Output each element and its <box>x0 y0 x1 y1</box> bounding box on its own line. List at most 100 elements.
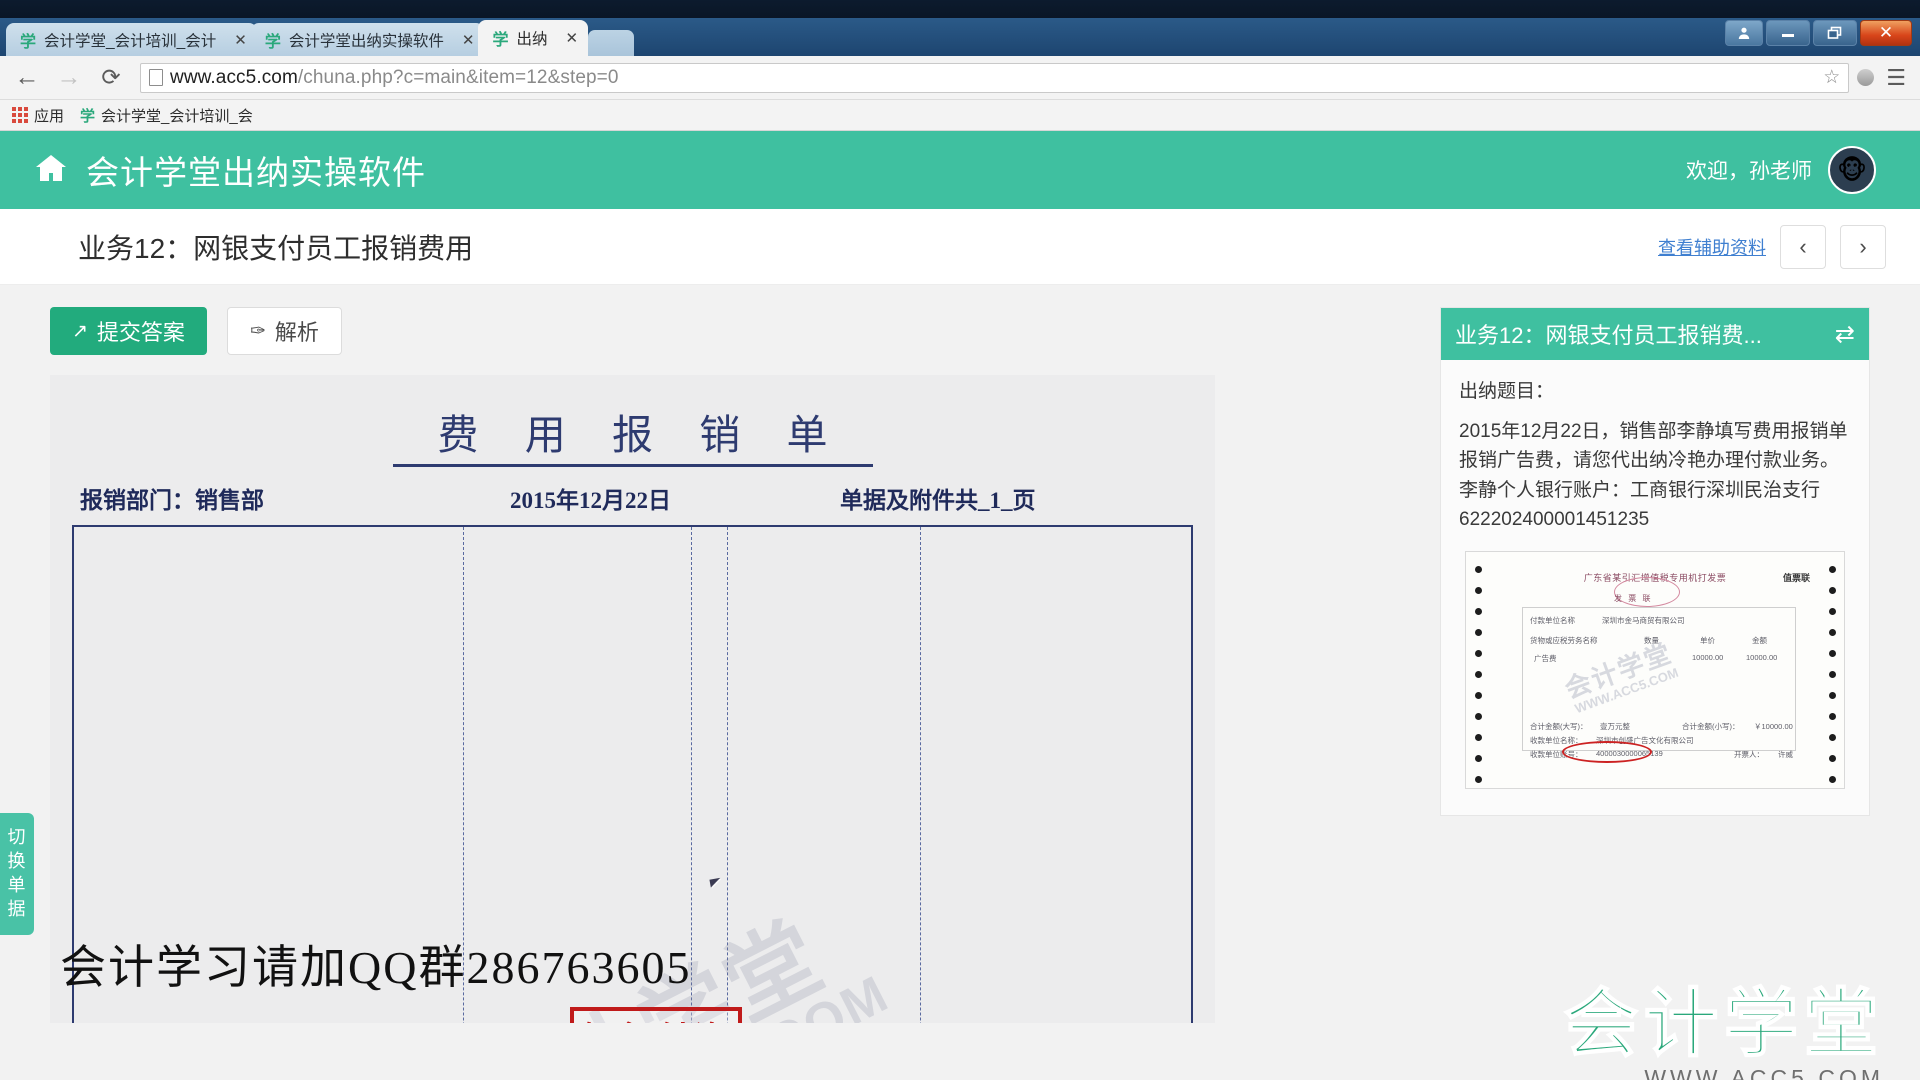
analysis-button[interactable]: ✑ 解析 <box>227 307 342 355</box>
invoice-issuer-label: 开票人： <box>1734 749 1764 760</box>
invoice-thumbnail[interactable]: 广东省某引汇增值税专用机打发票 发 票 联 值票联 付款单位名称 深圳市金马商贸… <box>1465 551 1845 789</box>
window-controls: ✕ <box>1725 20 1912 46</box>
apps-shortcut[interactable]: 应用 <box>12 105 64 126</box>
title-actions: 查看辅助资料 ‹ › <box>1658 225 1886 269</box>
user-account-button[interactable] <box>1725 20 1763 46</box>
restore-icon <box>1827 26 1843 40</box>
department-value: 销售部 <box>195 488 264 513</box>
user-area[interactable]: 欢迎，孙老师 🐵 <box>1686 146 1886 194</box>
invoice-col-name: 货物或应税劳务名称 <box>1530 635 1598 646</box>
window-titlebar <box>0 0 1920 18</box>
right-column: 业务12：网银支付员工报销费... ⇄ 出纳题目： 2015年12月22日，销售… <box>1430 307 1870 1023</box>
address-bar[interactable]: www.acc5.com/chuna.php?c=main&item=12&st… <box>140 63 1849 93</box>
dept-leader-label: 部门领导 <box>813 531 835 1023</box>
submit-answer-label: 提交答案 <box>97 315 185 347</box>
submit-answer-button[interactable]: ↗ 提交答案 <box>50 307 207 355</box>
tab-close-icon[interactable]: ✕ <box>565 29 578 47</box>
question-panel-title: 业务12：网银支付员工报销费... <box>1455 318 1827 350</box>
footer-logo-title: 会计学堂 <box>1564 987 1884 1061</box>
swap-icon[interactable]: ⇄ <box>1835 320 1855 349</box>
action-buttons: ↗ 提交答案 ✑ 解析 <box>50 307 1430 355</box>
browser-tab-1[interactable]: 学 会计学堂_会计培训_会计 ✕ <box>6 23 257 56</box>
tab-favicon-icon: 学 <box>265 28 281 52</box>
bookmark-item-0[interactable]: 学 会计学堂_会计培训_会 <box>80 105 253 126</box>
maximize-button[interactable] <box>1813 20 1857 46</box>
invoice-red-circle-mark <box>1562 741 1652 763</box>
perforation-right <box>1824 552 1840 788</box>
invoice-item-amount: 10000.00 <box>1746 653 1777 662</box>
bookmark-label: 会计学堂_会计培训_会 <box>101 105 253 126</box>
question-panel-header[interactable]: 业务12：网银支付员工报销费... ⇄ <box>1441 308 1869 360</box>
home-icon[interactable] <box>34 153 68 188</box>
invoice-buyer-value: 深圳市金马商贸有限公司 <box>1602 615 1685 626</box>
extension-icon[interactable] <box>1857 69 1874 86</box>
perforation-left <box>1470 552 1486 788</box>
view-aux-materials-link[interactable]: 查看辅助资料 <box>1658 234 1766 260</box>
invoice-total-words-label: 合计金额(大写)： <box>1530 721 1588 732</box>
footer-logo-url: WWW.ACC5.COM <box>1564 1067 1884 1080</box>
omnibox-right-icons: ☆ <box>1823 66 1840 89</box>
close-window-button[interactable]: ✕ <box>1860 20 1912 46</box>
voucher-department: 报销部门：销售部 <box>80 481 510 515</box>
tab-favicon-icon: 学 <box>20 28 36 52</box>
url-path: /chuna.php?c=main&item=12&step=0 <box>298 67 619 88</box>
minimize-button[interactable] <box>1766 20 1810 46</box>
voucher-date: 2015年12月22日 <box>510 481 840 515</box>
department-label: 报销部门： <box>80 488 195 513</box>
invoice-buyer-label: 付款单位名称 <box>1530 615 1575 626</box>
invoice-issuer-value: 许威 <box>1778 749 1793 760</box>
next-task-button[interactable]: › <box>1840 225 1886 269</box>
expense-voucher: 会计学堂 WWW.ACC5.COM 费 用 报 销 单 报销部门：销售部 201… <box>50 375 1215 1023</box>
apps-grid-icon <box>12 107 28 123</box>
tab-title: 会计学堂出纳实操软件 <box>289 29 444 51</box>
url-domain: www.acc5.com <box>170 67 298 88</box>
app-header: 会计学堂出纳实操软件 欢迎，孙老师 🐵 <box>0 131 1920 209</box>
bookmark-star-icon[interactable]: ☆ <box>1823 66 1840 89</box>
back-button[interactable]: ← <box>10 63 44 92</box>
task-title-row: 业务12：网银支付员工报销费用 查看辅助资料 ‹ › <box>0 209 1920 285</box>
invoice-col-amount: 金额 <box>1752 635 1767 646</box>
question-panel: 业务12：网银支付员工报销费... ⇄ 出纳题目： 2015年12月22日，销售… <box>1440 307 1870 816</box>
qq-group-overlay-text: 会计学习请加QQ群286763605 <box>60 931 691 997</box>
brand[interactable]: 会计学堂出纳实操软件 <box>34 146 426 194</box>
new-tab-button[interactable] <box>588 30 634 56</box>
browser-menu-button[interactable]: ☰ <box>1882 65 1910 91</box>
invoice-total-words-value: 壹万元整 <box>1600 721 1630 732</box>
question-panel-body: 出纳题目： 2015年12月22日，销售部李静填写费用报销单报销广告费，请您代出… <box>1441 360 1869 815</box>
close-icon: ✕ <box>1879 23 1893 43</box>
content-area: 业务12：网银支付员工报销费用 查看辅助资料 ‹ › ↗ 提交答案 <box>0 209 1920 1080</box>
tab-close-icon[interactable]: ✕ <box>462 31 475 49</box>
browser-tab-2[interactable]: 学 会计学堂出纳实操软件 ✕ <box>251 23 485 56</box>
avatar-monkey-icon: 🐵 <box>1837 155 1867 186</box>
bookmarks-bar: 应用 学 会计学堂_会计培训_会 <box>0 100 1920 131</box>
invoice-total-digits-label: 合计金额(小写)： <box>1682 721 1740 732</box>
page-viewport: 会计学堂出纳实操软件 欢迎，孙老师 🐵 业务12：网银支付员工报销费用 查看辅助… <box>0 131 1920 1080</box>
prev-task-button[interactable]: ‹ <box>1780 225 1826 269</box>
forward-button[interactable]: → <box>52 63 86 92</box>
invoice-total-digits-value: ￥10000.00 <box>1754 721 1793 732</box>
voucher-meta: 报销部门：销售部 2015年12月22日 单据及附件共_1_页 <box>72 481 1193 525</box>
browser-tab-3-active[interactable]: 学 出纳 ✕ <box>478 20 588 56</box>
welcome-text: 欢迎，孙老师 <box>1686 155 1812 185</box>
browser-window: 学 会计学堂_会计培训_会计 ✕ 学 会计学堂出纳实操软件 ✕ 学 出纳 ✕ <box>0 0 1920 1080</box>
left-column: ↗ 提交答案 ✑ 解析 会计学堂 WWW.ACC5.COM 费 用 报 销 单 <box>0 307 1430 1023</box>
voucher-pages: 单据及附件共_1_页 <box>840 481 1036 515</box>
invoice-header-right: 值票联 <box>1783 571 1810 584</box>
browser-navbar: ← → ⟳ www.acc5.com/chuna.php?c=main&item… <box>0 56 1920 100</box>
invoice-body: 广东省某引汇增值税专用机打发票 发 票 联 值票联 付款单位名称 深圳市金马商贸… <box>1496 565 1814 775</box>
apps-label: 应用 <box>34 105 64 126</box>
page-info-icon <box>149 69 163 86</box>
url-text: www.acc5.com/chuna.php?c=main&item=12&st… <box>170 67 619 89</box>
work-row: ↗ 提交答案 ✑ 解析 会计学堂 WWW.ACC5.COM 费 用 报 销 单 <box>0 285 1920 1023</box>
invoice-title: 发 票 联 <box>1614 593 1652 604</box>
avatar[interactable]: 🐵 <box>1828 146 1876 194</box>
tab-title: 会计学堂_会计培训_会计 <box>44 29 216 51</box>
reload-button[interactable]: ⟳ <box>94 64 128 91</box>
invoice-col-price: 单价 <box>1700 635 1715 646</box>
tab-close-icon[interactable]: ✕ <box>234 31 247 49</box>
switch-voucher-tab[interactable]: 切换单据 <box>0 813 34 935</box>
page-title: 业务12：网银支付员工报销费用 <box>78 227 473 267</box>
analysis-label: 解析 <box>275 315 319 347</box>
minimize-icon <box>1781 28 1795 38</box>
tab-title: 出纳 <box>516 27 547 49</box>
